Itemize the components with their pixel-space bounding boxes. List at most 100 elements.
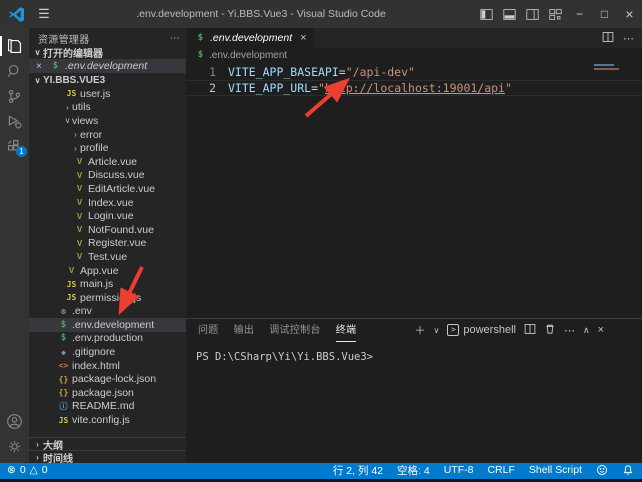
run-debug-icon[interactable] bbox=[0, 109, 29, 133]
close-editor-icon[interactable]: × bbox=[36, 61, 48, 72]
sidebar-title: 资源管理器 bbox=[38, 31, 90, 46]
tree-item-label: Index.vue bbox=[88, 197, 134, 209]
activity-bar: 1 bbox=[0, 28, 29, 463]
tree-item-permission-js[interactable]: JSpermission.js bbox=[29, 291, 186, 305]
tab-env-development[interactable]: $ .env.development × bbox=[186, 28, 314, 48]
tree-item-login-vue[interactable]: VLogin.vue bbox=[29, 209, 186, 223]
close-panel-icon[interactable]: × bbox=[598, 324, 604, 336]
tree-item--env-development[interactable]: $.env.development bbox=[29, 318, 186, 332]
tree-item-index-html[interactable]: <>index.html bbox=[29, 359, 186, 373]
code-token: " bbox=[505, 81, 512, 95]
customize-layout-icon[interactable] bbox=[544, 0, 567, 28]
warnings-icon: △ bbox=[30, 464, 38, 476]
outline-section[interactable]: › 大纲 bbox=[29, 437, 186, 450]
panel-more-actions-icon[interactable]: ⋯ bbox=[564, 324, 575, 337]
code-line-2[interactable]: 2VITE_APP_URL="http://localhost:19001/ap… bbox=[186, 80, 642, 96]
eol-status[interactable]: CRLF bbox=[487, 464, 514, 476]
tree-item-profile[interactable]: ›profile bbox=[29, 141, 186, 155]
tree-item-notfound-vue[interactable]: VNotFound.vue bbox=[29, 223, 186, 237]
tree-item-label: .env.production bbox=[72, 332, 143, 344]
tree-item-index-vue[interactable]: VIndex.vue bbox=[29, 196, 186, 210]
code-line-1[interactable]: 1VITE_APP_BASEAPI="/api-dev" bbox=[186, 65, 642, 80]
feedback-smiley-icon[interactable] bbox=[596, 464, 608, 477]
editor-more-actions-icon[interactable]: ⋯ bbox=[623, 32, 634, 45]
open-editors-header[interactable]: ∨ 打开的编辑器 bbox=[29, 45, 186, 59]
split-terminal-icon[interactable] bbox=[524, 323, 536, 338]
tab-bar: $ .env.development × ⋯ bbox=[186, 28, 642, 48]
tree-item-views[interactable]: ∨views bbox=[29, 114, 186, 128]
kill-terminal-icon[interactable] bbox=[544, 323, 556, 338]
tree-item--env[interactable]: ⚙.env bbox=[29, 305, 186, 319]
tree-item--gitignore[interactable]: ◆.gitignore bbox=[29, 345, 186, 359]
terminal-dropdown-icon[interactable]: ∨ bbox=[434, 326, 440, 335]
minimap[interactable] bbox=[594, 64, 620, 70]
tree-item-label: profile bbox=[80, 142, 109, 154]
settings-gear-icon[interactable] bbox=[0, 434, 29, 458]
split-editor-icon[interactable] bbox=[602, 31, 614, 46]
toggle-panel-icon[interactable] bbox=[498, 0, 521, 28]
tree-item-label: package.json bbox=[72, 387, 134, 399]
tree-item-app-vue[interactable]: VApp.vue bbox=[29, 264, 186, 278]
extensions-icon[interactable]: 1 bbox=[0, 134, 29, 158]
terminal-instance[interactable]: > powershell bbox=[447, 324, 516, 336]
toggle-sidebar-icon[interactable] bbox=[475, 0, 498, 28]
tree-item-article-vue[interactable]: VArticle.vue bbox=[29, 155, 186, 169]
problems-status[interactable]: ⊗ 0 △ 0 bbox=[7, 464, 48, 476]
tree-item-discuss-vue[interactable]: VDiscuss.vue bbox=[29, 169, 186, 183]
tree-item-editarticle-vue[interactable]: VEditArticle.vue bbox=[29, 182, 186, 196]
vue-file-icon: V bbox=[74, 252, 85, 261]
url-link[interactable]: http://localhost:19001/api bbox=[325, 81, 505, 95]
tree-item-register-vue[interactable]: VRegister.vue bbox=[29, 237, 186, 251]
warnings-count: 0 bbox=[42, 464, 48, 476]
maximize-panel-icon[interactable]: ∧ bbox=[583, 325, 590, 336]
tree-item-vite-config-js[interactable]: JSvite.config.js bbox=[29, 413, 186, 427]
notifications-bell-icon[interactable] bbox=[622, 464, 634, 477]
sidebar-more-actions-icon[interactable]: ⋯ bbox=[170, 33, 180, 44]
tree-item-package-json[interactable]: {}package.json bbox=[29, 386, 186, 400]
tree-item-label: views bbox=[72, 115, 98, 127]
tree-item-user-js[interactable]: JSuser.js bbox=[29, 87, 186, 101]
code-token: "/api-dev" bbox=[346, 65, 415, 79]
info-file-icon: ⓘ bbox=[58, 401, 69, 412]
indentation-status[interactable]: 空格: 4 bbox=[397, 463, 430, 478]
new-terminal-icon[interactable]: ＋ bbox=[415, 322, 426, 338]
panel-tab-调试控制台[interactable]: 调试控制台 bbox=[269, 319, 321, 342]
open-editor-label: .env.development bbox=[65, 60, 147, 72]
bottom-panel: 问题输出调试控制台终端 ＋ ∨ > powershell ⋯ ∧ × PS D:… bbox=[186, 318, 642, 463]
tree-item-main-js[interactable]: JSmain.js bbox=[29, 277, 186, 291]
panel-tab-输出[interactable]: 输出 bbox=[234, 319, 255, 342]
encoding-status[interactable]: UTF-8 bbox=[444, 464, 474, 476]
terminal-output[interactable]: PS D:\CSharp\Yi\Yi.BBS.Vue3> bbox=[186, 342, 642, 363]
timeline-label: 时间线 bbox=[43, 450, 73, 464]
code-editor[interactable]: 1VITE_APP_BASEAPI="/api-dev"2VITE_APP_UR… bbox=[186, 62, 642, 318]
source-control-icon[interactable] bbox=[0, 84, 29, 108]
json-file-icon: {} bbox=[58, 375, 69, 384]
menu-icon[interactable]: ☰ bbox=[34, 6, 54, 22]
tree-item-readme-md[interactable]: ⓘREADME.md bbox=[29, 400, 186, 414]
open-editor-item[interactable]: × $ .env.development bbox=[29, 59, 186, 73]
tree-item-utils[interactable]: ›utils bbox=[29, 101, 186, 115]
code-token: VITE_APP_URL bbox=[228, 81, 311, 95]
panel-tab-问题[interactable]: 问题 bbox=[198, 319, 219, 342]
tree-item-label: utils bbox=[72, 101, 91, 113]
search-icon[interactable] bbox=[0, 59, 29, 83]
panel-tab-终端[interactable]: 终端 bbox=[336, 319, 357, 342]
cursor-position-status[interactable]: 行 2, 列 42 bbox=[333, 463, 383, 478]
tree-item-package-lock-json[interactable]: {}package-lock.json bbox=[29, 372, 186, 386]
shell-label: powershell bbox=[463, 324, 516, 336]
toggle-secondary-sidebar-icon[interactable] bbox=[521, 0, 544, 28]
language-mode-status[interactable]: Shell Script bbox=[529, 464, 582, 476]
project-root-header[interactable]: ∨ YI.BBS.VUE3 bbox=[29, 73, 186, 87]
maximize-button[interactable]: □ bbox=[592, 0, 617, 28]
minimize-button[interactable]: − bbox=[567, 0, 592, 28]
tree-item--env-production[interactable]: $.env.production bbox=[29, 332, 186, 346]
close-window-button[interactable]: × bbox=[617, 0, 642, 28]
breadcrumb[interactable]: $ .env.development bbox=[186, 48, 642, 62]
timeline-section[interactable]: › 时间线 bbox=[29, 450, 186, 463]
explorer-icon[interactable] bbox=[0, 34, 29, 58]
title-bar: ☰ .env.development - Yi.BBS.Vue3 - Visua… bbox=[0, 0, 642, 28]
tree-item-error[interactable]: ›error bbox=[29, 128, 186, 142]
account-icon[interactable] bbox=[0, 409, 29, 433]
tree-item-test-vue[interactable]: VTest.vue bbox=[29, 250, 186, 264]
close-tab-icon[interactable]: × bbox=[300, 32, 306, 44]
